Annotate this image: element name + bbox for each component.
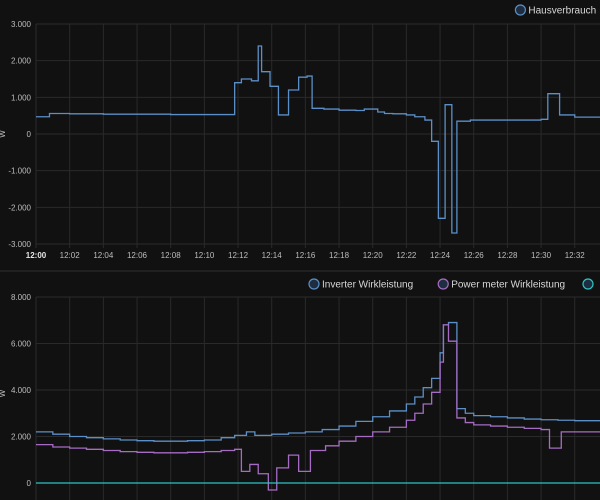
legend-label[interactable]: Hausverbrauch: [528, 6, 596, 17]
energy-chart-canvas: 3.000 2.000 1.000 0 -1.000 -2.000 -3.000 W 12:00…: [0, 4, 600, 500]
y-tick-label: 6.000: [11, 340, 32, 349]
y-axis-label: W: [0, 130, 7, 138]
chart-panel-2: 8.000 6.000 4.000 2.000 0 W Power meter Wirkle…: [0, 278, 600, 500]
x-tick-label: 12:08: [161, 251, 182, 260]
x-tick-label: 12:18: [329, 251, 350, 260]
x-tick-label: 12:04: [93, 251, 114, 260]
y-tick-label: 3.000: [11, 20, 32, 29]
x-tick-label: 12:22: [396, 251, 417, 260]
x-tick-label: 12:20: [363, 251, 384, 260]
series-line-power-meter-wirkleistung: [36, 324, 600, 491]
y-tick-label: 8.000: [11, 293, 32, 302]
x-tick-label: 12:16: [295, 251, 316, 260]
series-line-inverter-wirkleistung: [36, 321, 600, 442]
chart-panel-1: 3.000 2.000 1.000 0 -1.000 -2.000 -3.000 W 12:00…: [0, 4, 600, 260]
y-tick-label: 0: [27, 479, 32, 488]
y-tick-label: -3.000: [8, 240, 31, 249]
y-tick-label: 1.000: [11, 93, 32, 102]
x-tick-label: 12:12: [228, 251, 249, 260]
x-tick-label: 12:10: [194, 251, 215, 260]
y-tick-label: 4.000: [11, 386, 32, 395]
series-line-hausverbrauch: [36, 45, 600, 234]
legend-marker[interactable]: [308, 278, 320, 290]
x-tick-label: 12:24: [430, 251, 451, 260]
x-tick-label: 12:28: [497, 251, 518, 260]
x-tick-label: 12:02: [60, 251, 81, 260]
x-tick-label: 12:30: [531, 251, 552, 260]
y-tick-label: 2.000: [11, 433, 32, 442]
y-tick-label: 0: [27, 130, 32, 139]
x-tick-label: 12:26: [464, 251, 485, 260]
legend-marker[interactable]: [582, 278, 594, 290]
y-tick-label: 2.000: [11, 57, 32, 66]
x-tick-label: 12:14: [262, 251, 283, 260]
x-tick-label: 12:32: [565, 251, 586, 260]
legend-marker[interactable]: [437, 278, 449, 290]
legend-label[interactable]: Power meter Wirkleistung: [451, 280, 565, 291]
y-tick-label: -1.000: [8, 167, 31, 176]
legend-label[interactable]: Inverter Wirkleistung: [322, 280, 413, 291]
x-tick-label: 12:00: [26, 251, 47, 260]
x-tick-label: 12:06: [127, 251, 148, 260]
legend-marker[interactable]: [514, 4, 527, 16]
y-tick-label: -2.000: [8, 203, 31, 212]
y-axis-label: W: [0, 389, 7, 397]
